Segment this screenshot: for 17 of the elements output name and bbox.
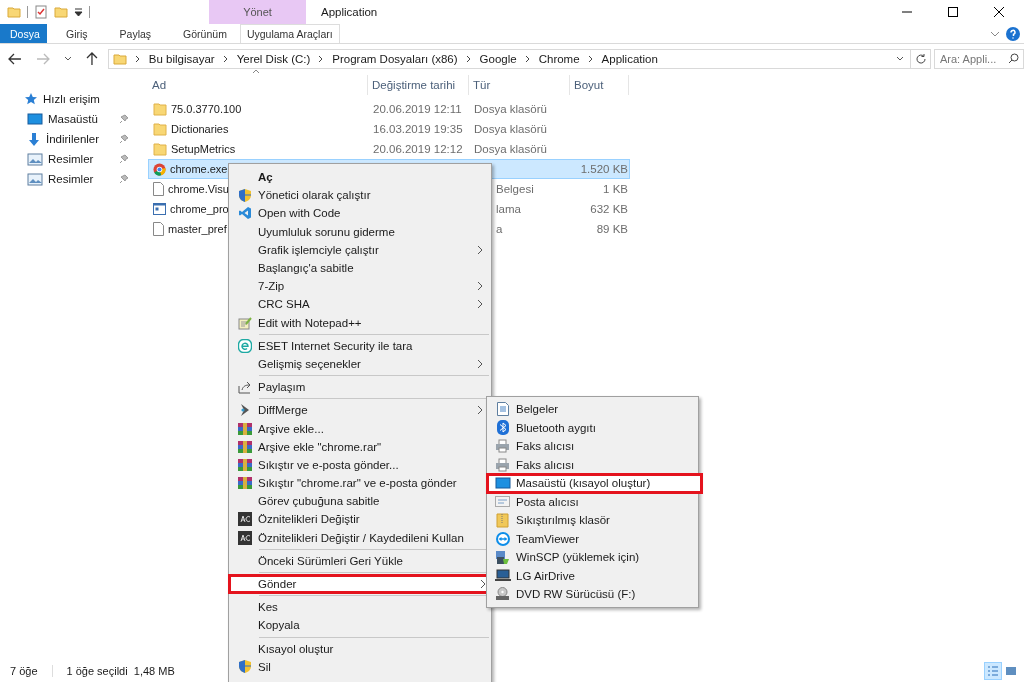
table-cell-text: 1.520 KB: [579, 163, 629, 175]
table-cell-text: 16.03.2019 19:35: [372, 123, 464, 135]
table-cell-text: 20.06.2019 12:12: [372, 143, 464, 155]
table-cell-text: 1 KB: [602, 183, 629, 195]
table-cell-text: 632 KB: [589, 203, 629, 215]
table-cell-text: 89 KB: [595, 223, 629, 235]
item-count: 7 öğe: [10, 665, 38, 677]
table-cell-text: lama: [495, 203, 522, 215]
window-title: Application: [321, 6, 378, 18]
table-cell-text: Dosya klasörü: [473, 103, 548, 115]
table-cell-text: 20.06.2019 12:11: [372, 103, 463, 115]
table-cell-text: Dosya klasörü: [473, 123, 548, 135]
selection-info: 1 öğe seçildi 1,48 MB: [66, 665, 175, 677]
table-cell-text: a: [495, 223, 504, 235]
table-cell-text: Dosya klasörü: [473, 143, 548, 155]
context-tab-header: Yönet: [209, 0, 306, 24]
table-cell-text: Belgesi: [495, 183, 535, 195]
